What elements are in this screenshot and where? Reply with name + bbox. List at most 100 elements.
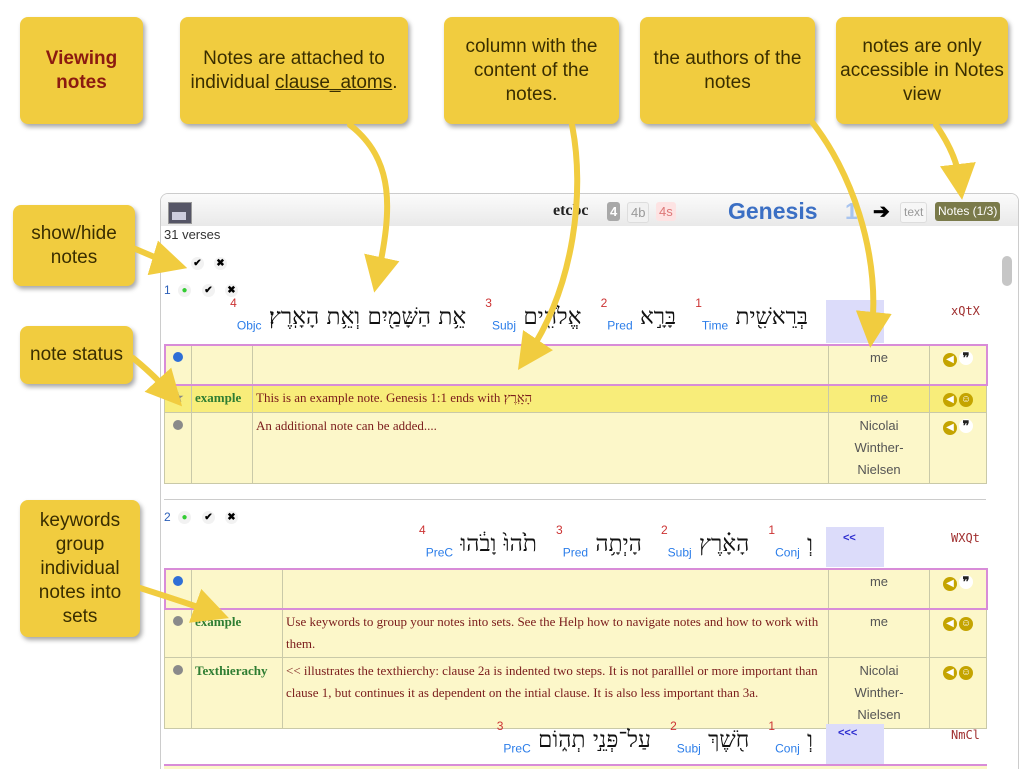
note-edit-row[interactable]: me ◀ ❞ bbox=[163, 343, 988, 386]
hebrew-word[interactable]: בָּרָ֣א 2Pred bbox=[601, 296, 677, 332]
hebrew-word[interactable]: הָיְתָ֥ה 3Pred bbox=[556, 523, 642, 559]
callout-notes-view: notes are only accessible in Notes view bbox=[836, 17, 1008, 124]
status-dot-icon[interactable] bbox=[173, 616, 183, 626]
verse-2-hide-icon[interactable]: ✖ bbox=[225, 511, 238, 524]
next-arrow-icon[interactable]: ➔ bbox=[873, 199, 890, 224]
note-actions: ◀ ❞ bbox=[929, 344, 987, 385]
note-actions: ◀ ☺ bbox=[929, 384, 987, 413]
note-author: Nicolai Winther- Nielsen bbox=[828, 657, 930, 729]
verse-1-clause-code: xQtX bbox=[951, 304, 980, 318]
verse-2-notes-table: me ◀ ❞ example Use keywords to group your… bbox=[163, 567, 988, 729]
note-status[interactable] bbox=[164, 608, 192, 658]
note-text-input[interactable] bbox=[252, 344, 829, 385]
quote-icon[interactable]: ❞ bbox=[959, 419, 973, 433]
verse-2-number[interactable]: 2 bbox=[164, 510, 171, 524]
note-status[interactable] bbox=[164, 657, 192, 729]
text-view-button[interactable]: text bbox=[900, 202, 928, 223]
notes-view-button[interactable]: Notes (1/3) bbox=[935, 202, 1001, 221]
shared-icon[interactable]: ☺ bbox=[959, 393, 973, 407]
note-status[interactable] bbox=[164, 412, 192, 484]
note-text: Use keywords to group your notes into se… bbox=[282, 608, 829, 658]
note-keyword[interactable] bbox=[191, 568, 283, 609]
note-actions: ◀ ☺ bbox=[929, 608, 987, 658]
save-note-icon[interactable]: ◀ bbox=[943, 353, 957, 367]
hebrew-word[interactable]: וְ 1Conj bbox=[768, 719, 813, 755]
edit-note-icon[interactable]: ◀ bbox=[943, 617, 957, 631]
hebrew-word[interactable]: עַל־פְּנֵ֣י תְה֑וֹם 3PreC bbox=[497, 719, 651, 755]
notes-bubble-icon[interactable]: ● bbox=[165, 257, 178, 270]
version-4b-button[interactable]: 4b bbox=[627, 202, 650, 223]
verse-1-indent-strip bbox=[826, 300, 884, 343]
app-window: etcbc 4 4b 4s Genesis 1 ➔ text Notes (1/… bbox=[160, 193, 1019, 769]
verse-1-notes-table: me ◀ ❞ ★ example This is an example note.… bbox=[163, 343, 988, 484]
note-status[interactable] bbox=[164, 568, 192, 609]
edit-note-icon[interactable]: ◀ bbox=[943, 421, 957, 435]
note-row: Texthierachy << illustrates the texthier… bbox=[164, 657, 987, 729]
verse-2-clause: וְ 1Conj הָאָ֗רֶץ 2Subj הָיְתָ֥ה 3Pred ת… bbox=[405, 523, 813, 559]
note-edit-row[interactable]: me ◀ ❞ bbox=[163, 567, 988, 610]
note-keyword[interactable]: Texthierachy bbox=[191, 657, 283, 729]
verse-1-number[interactable]: 1 bbox=[164, 283, 171, 297]
indent-marker: << bbox=[843, 532, 856, 544]
quote-icon[interactable]: ❞ bbox=[959, 351, 973, 365]
note-row: example Use keywords to group your notes… bbox=[164, 608, 987, 658]
note-status[interactable] bbox=[164, 344, 192, 385]
verse-1-clause: בְּרֵאשִׁ֖ית 1Time בָּרָ֣א 2Pred אֱלֹהִ֑… bbox=[216, 296, 808, 332]
show-all-notes-icon[interactable]: ✔ bbox=[191, 257, 204, 270]
scrollbar[interactable] bbox=[1002, 256, 1012, 286]
status-dot-icon[interactable] bbox=[173, 665, 183, 675]
star-status-icon[interactable]: ★ bbox=[172, 391, 185, 406]
note-row: ★ example This is an example note. Genes… bbox=[164, 384, 987, 413]
version-4s-button[interactable]: 4s bbox=[656, 202, 676, 221]
status-dot-icon[interactable] bbox=[173, 420, 183, 430]
callout-keywords: keywords group individual notes into set… bbox=[20, 500, 140, 637]
status-dot-icon[interactable] bbox=[173, 576, 183, 586]
hebrew-word[interactable]: בְּרֵאשִׁ֖ית 1Time bbox=[695, 296, 808, 332]
note-row: An additional note can be added.... Nico… bbox=[164, 412, 987, 484]
note-keyword[interactable] bbox=[191, 412, 253, 484]
note-keyword[interactable]: example bbox=[191, 384, 253, 413]
hebrew-word[interactable]: וְ 1Conj bbox=[768, 523, 813, 559]
note-keyword[interactable]: example bbox=[191, 608, 283, 658]
note-keyword[interactable] bbox=[191, 344, 253, 385]
verse-1-show-icon[interactable]: ✔ bbox=[202, 284, 215, 297]
quote-icon[interactable]: ❞ bbox=[959, 575, 973, 589]
chapter-number[interactable]: 1 bbox=[845, 198, 858, 225]
note-author: Nicolai Winther- Nielsen bbox=[828, 412, 930, 484]
edit-note-icon[interactable]: ◀ bbox=[943, 666, 957, 680]
note-status[interactable]: ★ bbox=[164, 384, 192, 413]
book-title[interactable]: Genesis bbox=[728, 198, 818, 225]
note-text: An additional note can be added.... bbox=[252, 412, 829, 484]
app-logo-icon[interactable] bbox=[168, 202, 192, 224]
hebrew-word[interactable]: תֹ֙הוּ֙ וָבֹ֔הוּ 4PreC bbox=[419, 523, 537, 559]
save-note-icon[interactable]: ◀ bbox=[943, 577, 957, 591]
hide-all-notes-icon[interactable]: ✖ bbox=[214, 257, 227, 270]
hebrew-word[interactable]: אֵ֥ת הַשָּׁמַ֖יִם וְאֵ֥ת הָאָֽרֶץ׃ 4Objc bbox=[230, 296, 466, 332]
callout-content-column: column with the content of the notes. bbox=[444, 17, 619, 124]
verse-2-clause-code: WXQt bbox=[951, 531, 980, 545]
note-text-input[interactable] bbox=[282, 568, 829, 609]
note-author: me bbox=[828, 568, 930, 609]
hebrew-word[interactable]: אֱלֹהִ֑ים 3Subj bbox=[485, 296, 581, 332]
hebrew-word[interactable]: הָאָ֗רֶץ 2Subj bbox=[661, 523, 749, 559]
hebrew-word[interactable]: חֹ֖שֶׁךְ 2Subj bbox=[670, 719, 749, 755]
callout-viewing-notes: Viewing notes bbox=[20, 17, 143, 124]
status-dot-icon[interactable] bbox=[173, 352, 183, 362]
note-author: me bbox=[828, 608, 930, 658]
verse-2-show-icon[interactable]: ✔ bbox=[202, 511, 215, 524]
etcbc-label: etcbc bbox=[553, 202, 589, 219]
verse-2b-clause-code: NmCl bbox=[951, 728, 980, 742]
verse-divider bbox=[164, 499, 986, 500]
arrow-notes-view bbox=[933, 122, 976, 200]
shared-icon[interactable]: ☺ bbox=[959, 617, 973, 631]
shared-icon[interactable]: ☺ bbox=[959, 666, 973, 680]
callout-notes-attached: Notes are attached to individual clause_… bbox=[180, 17, 408, 124]
version-4-button[interactable]: 4 bbox=[607, 202, 621, 221]
note-actions: ◀ ❞ bbox=[929, 568, 987, 609]
edit-note-icon[interactable]: ◀ bbox=[943, 393, 957, 407]
verse-2-notes-icon[interactable]: ● bbox=[178, 511, 191, 524]
note-text: This is an example note. Genesis 1:1 end… bbox=[252, 384, 829, 413]
verse-1-notes-icon[interactable]: ● bbox=[178, 284, 191, 297]
note-actions: ◀ ❞ bbox=[929, 412, 987, 484]
next-notes-edge bbox=[164, 764, 987, 769]
